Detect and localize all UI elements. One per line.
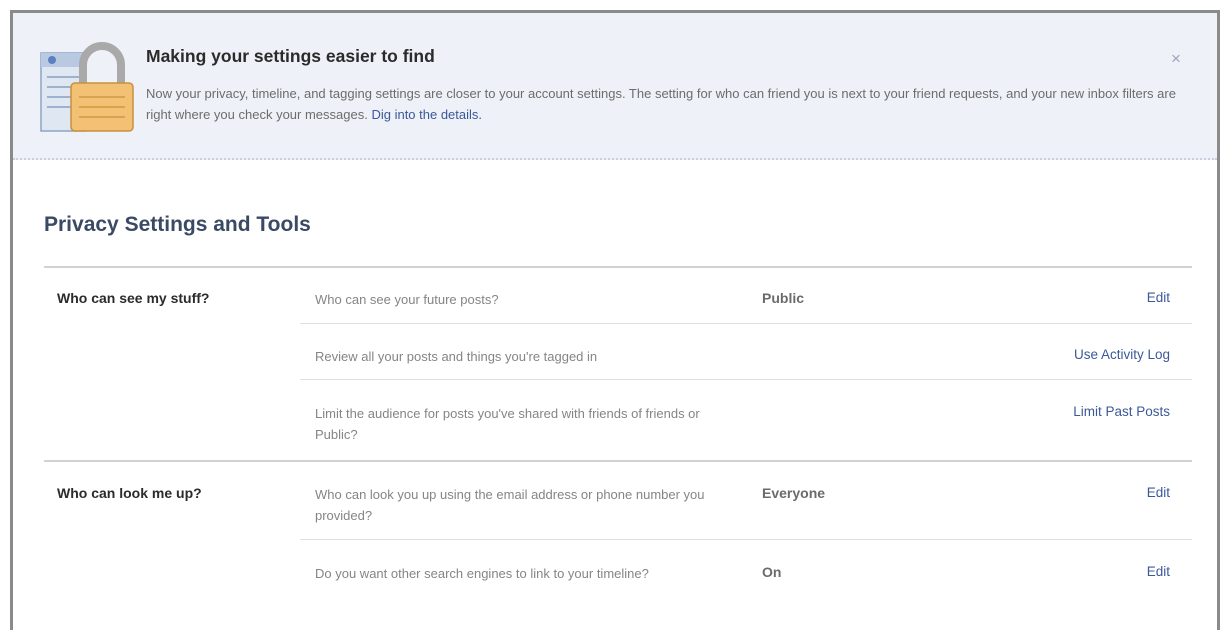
settings-notice: Making your settings easier to find Now … xyxy=(13,13,1217,160)
group-divider xyxy=(44,460,1192,462)
question-review-posts: Review all your posts and things you're … xyxy=(315,349,598,364)
page-title: Privacy Settings and Tools xyxy=(44,213,311,236)
row-divider xyxy=(300,539,1192,540)
edit-search-engines-button[interactable]: Edit xyxy=(1147,564,1170,579)
group-label-who-can-look-up: Who can look me up? xyxy=(57,485,202,501)
group-label-who-can-see: Who can see my stuff? xyxy=(57,290,210,306)
question-search-engines: Do you want other search engines to link… xyxy=(315,566,649,581)
group-divider xyxy=(44,266,1192,268)
lock-settings-icon xyxy=(39,35,135,135)
notice-body: Now your privacy, timeline, and tagging … xyxy=(146,83,1181,125)
value-future-posts: Public xyxy=(762,290,805,306)
use-activity-log-link[interactable]: Use Activity Log xyxy=(1074,347,1170,362)
edit-future-posts-button[interactable]: Edit xyxy=(1147,290,1170,305)
value-look-up: Everyone xyxy=(762,485,826,501)
value-search-engines: On xyxy=(762,564,782,580)
question-limit-audience: Limit the audience for posts you've shar… xyxy=(315,406,700,442)
row-divider xyxy=(300,379,1192,380)
limit-past-posts-link[interactable]: Limit Past Posts xyxy=(1073,404,1170,419)
settings-panel: Making your settings easier to find Now … xyxy=(10,10,1220,630)
question-future-posts: Who can see your future posts? xyxy=(315,292,499,307)
close-icon[interactable]: × xyxy=(1171,49,1181,69)
row-divider xyxy=(300,323,1192,324)
question-look-up: Who can look you up using the email addr… xyxy=(315,487,705,523)
edit-look-up-button[interactable]: Edit xyxy=(1147,485,1170,500)
notice-title: Making your settings easier to find xyxy=(146,46,435,66)
notice-text: Now your privacy, timeline, and tagging … xyxy=(146,86,1176,122)
dig-into-details-link[interactable]: Dig into the details. xyxy=(371,107,482,122)
